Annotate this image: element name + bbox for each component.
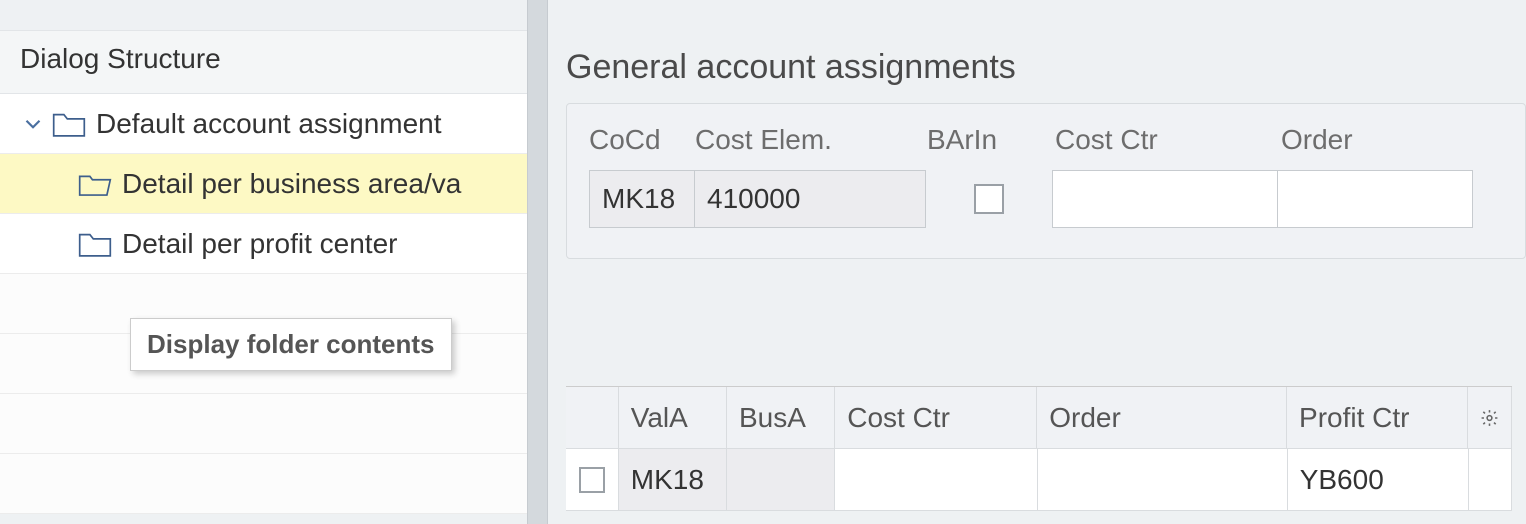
- cell-cost-elem[interactable]: 410000: [694, 170, 926, 228]
- app-root: Dialog Structure Default account assignm…: [0, 0, 1526, 524]
- table-row[interactable]: MK18 YB600: [566, 449, 1512, 511]
- table-header-vala[interactable]: ValA: [619, 387, 727, 449]
- table-header-profit-ctr[interactable]: Profit Ctr: [1287, 387, 1468, 449]
- dialog-structure-pane: Dialog Structure Default account assignm…: [0, 0, 527, 524]
- splitter[interactable]: [527, 0, 549, 524]
- table-header-select: [566, 387, 619, 449]
- row-trailing-cell: [1469, 449, 1512, 511]
- header-order: Order: [1281, 124, 1441, 156]
- cell-cost-ctr[interactable]: [835, 449, 1037, 511]
- folder-icon: [52, 109, 86, 139]
- cell-barin[interactable]: [925, 170, 1053, 228]
- form-box: CoCd Cost Elem. BArIn Cost Ctr Order MK1…: [566, 103, 1526, 259]
- row-select-cell[interactable]: [566, 449, 619, 511]
- tree: Default account assignment Detail per bu…: [0, 94, 527, 514]
- row-checkbox[interactable]: [579, 467, 605, 493]
- header-cost-ctr: Cost Ctr: [1055, 124, 1281, 156]
- tree-node-label: Detail per profit center: [122, 228, 397, 260]
- header-cocd: CoCd: [589, 124, 695, 156]
- chevron-down-icon[interactable]: [20, 111, 46, 137]
- value-profit-ctr: YB600: [1300, 464, 1384, 496]
- value-cocd: MK18: [602, 183, 675, 215]
- value-cost-elem: 410000: [707, 183, 800, 215]
- content-pane: General account assignments CoCd Cost El…: [548, 0, 1526, 524]
- table-header-busa[interactable]: BusA: [727, 387, 835, 449]
- cell-order[interactable]: [1277, 170, 1473, 228]
- tree-empty-row: [0, 454, 527, 514]
- cell-profit-ctr[interactable]: YB600: [1288, 449, 1469, 511]
- cell-order[interactable]: [1038, 449, 1288, 511]
- table-header-cost-ctr[interactable]: Cost Ctr: [835, 387, 1037, 449]
- tooltip: Display folder contents: [130, 318, 452, 371]
- cell-cocd[interactable]: MK18: [589, 170, 695, 228]
- dialog-structure-title: Dialog Structure: [0, 30, 527, 94]
- form-row: MK18 410000: [589, 170, 1503, 228]
- tree-node-label: Detail per business area/va: [122, 168, 461, 200]
- folder-icon: [78, 229, 112, 259]
- tree-node-default-account-assignment[interactable]: Default account assignment: [0, 94, 527, 154]
- folder-open-icon: [78, 169, 112, 199]
- table-header-row: ValA BusA Cost Ctr Order Profit Ctr: [566, 387, 1512, 449]
- tree-node-detail-profit-center[interactable]: Detail per profit center: [0, 214, 527, 274]
- tree-empty-row: [0, 394, 527, 454]
- form-headers: CoCd Cost Elem. BArIn Cost Ctr Order: [589, 124, 1503, 156]
- detail-table: ValA BusA Cost Ctr Order Profit Ctr MK18: [566, 386, 1512, 511]
- value-vala: MK18: [631, 464, 704, 496]
- cell-busa[interactable]: [727, 449, 835, 511]
- cell-vala[interactable]: MK18: [619, 449, 727, 511]
- section-title: General account assignments: [548, 0, 1526, 103]
- barin-checkbox[interactable]: [974, 184, 1004, 214]
- tree-node-label: Default account assignment: [96, 108, 442, 140]
- header-cost-elem: Cost Elem.: [695, 124, 927, 156]
- gear-icon[interactable]: [1468, 387, 1512, 449]
- header-barin: BArIn: [927, 124, 1055, 156]
- cell-cost-ctr[interactable]: [1052, 170, 1278, 228]
- table-header-order[interactable]: Order: [1037, 387, 1287, 449]
- tree-node-detail-business-area[interactable]: Detail per business area/va: [0, 154, 527, 214]
